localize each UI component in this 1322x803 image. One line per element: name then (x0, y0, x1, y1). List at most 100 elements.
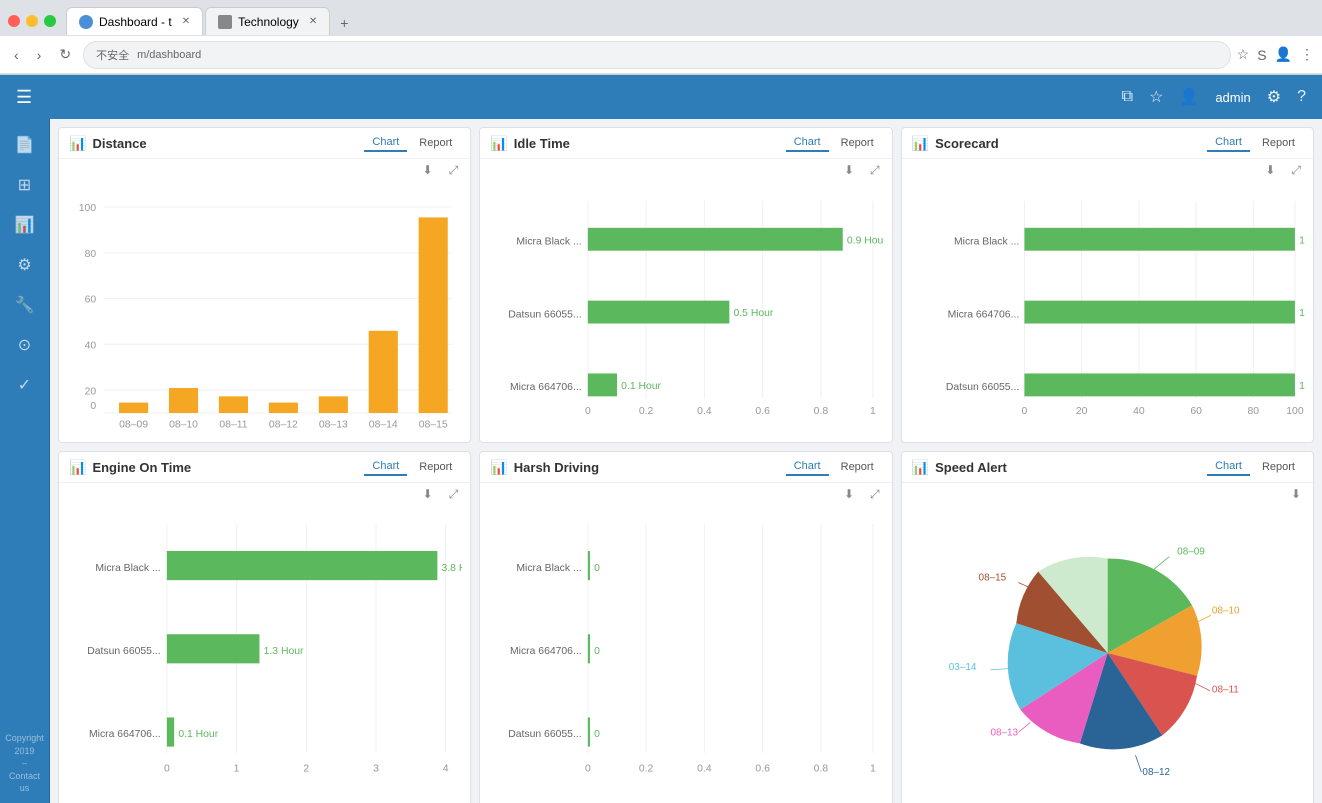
svg-text:08–14: 08–14 (369, 420, 398, 431)
maximize-dot[interactable] (44, 15, 56, 27)
svg-text:Micra 664706...: Micra 664706... (947, 309, 1019, 320)
svg-text:08–15: 08–15 (978, 573, 1006, 584)
scorecard-chart-card: 📊 Scorecard Chart Report ⬇ ⤢ (901, 127, 1314, 443)
harsh-driving-tab-chart[interactable]: Chart (786, 458, 829, 476)
harsh-driving-header-right: Chart Report (786, 458, 882, 476)
idle-time-download-icon[interactable]: ⬇ (840, 161, 858, 180)
scorecard-bar-svg: Micra Black ... 100 Micra 664706... 100 … (910, 186, 1305, 434)
svg-text:03–14: 03–14 (948, 662, 976, 673)
scorecard-expand-icon[interactable]: ⤢ (1287, 161, 1305, 180)
tab2-close[interactable]: ✕ (309, 16, 317, 27)
svg-text:08–11: 08–11 (219, 420, 247, 431)
svg-text:0.6: 0.6 (756, 406, 771, 417)
user-icon[interactable]: 👤 (1179, 87, 1199, 107)
idle-time-tab-report[interactable]: Report (833, 135, 882, 151)
browser-toolbar-right: ☆ S 👤 ⋮ (1237, 46, 1314, 63)
svg-text:0: 0 (585, 406, 591, 417)
svg-text:Micra 664706...: Micra 664706... (510, 382, 582, 393)
idle-time-expand-icon[interactable]: ⤢ (866, 161, 884, 180)
scorecard-title-text: Scorecard (935, 136, 999, 151)
sidebar-item-tools[interactable]: 🔧 (5, 287, 45, 323)
sidebar-item-grid[interactable]: ⊞ (5, 167, 45, 203)
svg-text:0.8: 0.8 (814, 764, 829, 775)
speed-alert-tab-chart[interactable]: Chart (1207, 458, 1250, 476)
sidebar-item-check[interactable]: ✓ (5, 367, 45, 403)
svg-text:20: 20 (1076, 406, 1088, 417)
distance-chart-header: 📊 Distance Chart Report (59, 128, 470, 159)
address-bar[interactable]: 不安全 m/dashboard (83, 41, 1231, 69)
copy-icon[interactable]: ⧉ (1122, 88, 1133, 106)
sidebar-item-documents[interactable]: 📄 (5, 127, 45, 163)
sync-icon[interactable]: S (1257, 47, 1266, 63)
distance-expand-icon[interactable]: ⤢ (445, 161, 463, 180)
menu-icon[interactable]: ⋮ (1300, 46, 1314, 63)
engine-on-time-tab-chart[interactable]: Chart (364, 458, 407, 476)
distance-download-icon[interactable]: ⬇ (419, 161, 437, 180)
distance-tab-report[interactable]: Report (411, 135, 460, 151)
engine-on-time-tab-report[interactable]: Report (411, 459, 460, 475)
sidebar-item-circle[interactable]: ⊙ (5, 327, 45, 363)
svg-text:08–15: 08–15 (419, 420, 448, 431)
distance-chart-body: 100 80 60 40 20 0 (59, 182, 470, 442)
settings-icon[interactable]: ⚙ (1267, 87, 1281, 107)
svg-text:0: 0 (90, 401, 96, 412)
forward-button[interactable]: › (31, 45, 48, 65)
harsh-driving-chart-actions: ⬇ ⤢ (480, 483, 891, 506)
idle-time-title-text: Idle Time (514, 136, 570, 151)
browser-tab-1[interactable]: Dashboard - t ✕ (66, 7, 203, 35)
engine-on-time-chart-header: 📊 Engine On Time Chart Report (59, 452, 470, 483)
bookmark-icon[interactable]: ☆ (1237, 46, 1250, 63)
distance-title-icon: 📊 (69, 135, 86, 152)
svg-text:0: 0 (1021, 406, 1027, 417)
svg-text:40: 40 (1133, 406, 1145, 417)
harsh-driving-chart-title: 📊 Harsh Driving (490, 459, 599, 476)
svg-text:Datsun 66055...: Datsun 66055... (87, 646, 160, 657)
svg-text:08–10: 08–10 (169, 420, 198, 431)
speed-alert-tab-report[interactable]: Report (1254, 459, 1303, 475)
engine-on-time-chart-card: 📊 Engine On Time Chart Report ⬇ ⤢ (58, 451, 471, 803)
admin-label: admin (1215, 90, 1250, 105)
help-icon[interactable]: ? (1297, 88, 1306, 106)
engine-on-time-chart-body: Micra Black ... 3.8 Hour Datsun 66055...… (59, 506, 470, 803)
close-dot[interactable] (8, 15, 20, 27)
engine-on-time-header-right: Chart Report (364, 458, 460, 476)
hamburger-button[interactable]: ☰ (16, 87, 32, 108)
browser-tab-2[interactable]: Technology ✕ (205, 7, 330, 35)
profile-icon[interactable]: 👤 (1275, 46, 1292, 63)
svg-text:Micra Black ...: Micra Black ... (517, 236, 582, 247)
svg-text:1: 1 (870, 406, 876, 417)
sidebar-item-settings[interactable]: ⚙ (5, 247, 45, 283)
speed-alert-download-icon[interactable]: ⬇ (1287, 485, 1305, 503)
svg-text:0.6: 0.6 (756, 764, 771, 775)
harsh-driving-title-text: Harsh Driving (514, 460, 599, 475)
harsh-driving-download-icon[interactable]: ⬇ (840, 485, 858, 504)
svg-text:Datsun 66055...: Datsun 66055... (946, 382, 1019, 393)
harsh-driving-tab-report[interactable]: Report (833, 459, 882, 475)
svg-text:0: 0 (164, 764, 170, 775)
engine-on-time-download-icon[interactable]: ⬇ (419, 485, 437, 504)
distance-tab-chart[interactable]: Chart (364, 134, 407, 152)
new-tab-button[interactable]: + (332, 11, 356, 35)
minimize-dot[interactable] (26, 15, 38, 27)
engine-on-time-chart-title: 📊 Engine On Time (69, 459, 191, 476)
scorecard-tab-report[interactable]: Report (1254, 135, 1303, 151)
tab1-label: Dashboard - t (99, 15, 172, 29)
sidebar-item-chart[interactable]: 📊 (5, 207, 45, 243)
svg-text:1.3 Hour: 1.3 Hour (264, 646, 304, 657)
scorecard-download-icon[interactable]: ⬇ (1261, 161, 1279, 180)
engine-on-time-expand-icon[interactable]: ⤢ (445, 485, 463, 504)
tab1-close[interactable]: ✕ (182, 16, 190, 27)
svg-text:100: 100 (1299, 308, 1305, 319)
star-icon[interactable]: ☆ (1149, 87, 1163, 107)
svg-text:0.8: 0.8 (814, 406, 829, 417)
back-button[interactable]: ‹ (8, 45, 25, 65)
refresh-button[interactable]: ↻ (53, 44, 77, 65)
scorecard-tab-chart[interactable]: Chart (1207, 134, 1250, 152)
speed-alert-pie-svg: 08–09 08–10 08–11 08–12 08–13 03–14 08–1… (910, 509, 1305, 797)
svg-text:Datsun 66055...: Datsun 66055... (509, 309, 582, 320)
scorecard-chart-header: 📊 Scorecard Chart Report (902, 128, 1313, 159)
speed-alert-chart-header: 📊 Speed Alert Chart Report (902, 452, 1313, 483)
svg-text:0.4: 0.4 (697, 406, 712, 417)
idle-time-tab-chart[interactable]: Chart (786, 134, 829, 152)
harsh-driving-expand-icon[interactable]: ⤢ (866, 485, 884, 504)
